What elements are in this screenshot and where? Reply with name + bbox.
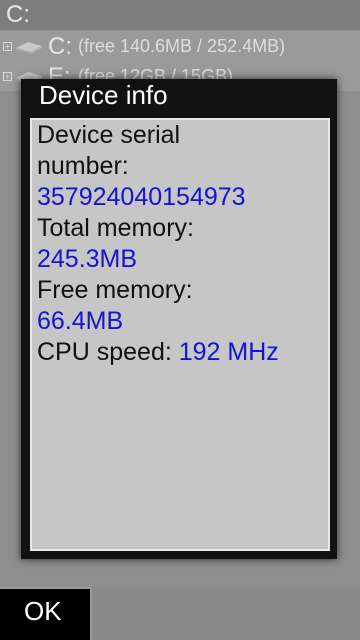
serial-label-line-1: Device serial: [37, 121, 181, 149]
cpu-speed-line: CPU speed: 192 MHz: [37, 337, 324, 368]
device-info-dialog: Device info Device serial number: 357924…: [21, 79, 337, 559]
ok-button[interactable]: OK: [0, 587, 92, 640]
serial-label-line-2: number:: [37, 152, 129, 180]
drive-icon: [16, 42, 42, 54]
drive-row-c[interactable]: + C: (free 140.6MB / 252.4MB): [0, 31, 360, 61]
dialog-body: Device serial number: 357924040154973 To…: [30, 118, 330, 551]
cpu-speed-value: 192 MHz: [178, 338, 279, 366]
total-memory-label: Total memory:: [37, 214, 194, 242]
total-memory-value: 245.3MB: [37, 245, 138, 273]
free-memory-label: Free memory:: [37, 276, 193, 304]
cpu-speed-label: CPU speed:: [37, 338, 172, 366]
expand-icon[interactable]: +: [3, 72, 12, 81]
drive-letter: C:: [48, 33, 72, 60]
drive-free-space: (free 140.6MB / 252.4MB): [78, 36, 286, 56]
serial-value: 357924040154973: [37, 183, 246, 211]
current-path: C:: [0, 0, 360, 30]
dialog-title: Device info: [39, 80, 168, 110]
expand-icon[interactable]: +: [3, 42, 12, 51]
free-memory-value: 66.4MB: [37, 307, 124, 335]
